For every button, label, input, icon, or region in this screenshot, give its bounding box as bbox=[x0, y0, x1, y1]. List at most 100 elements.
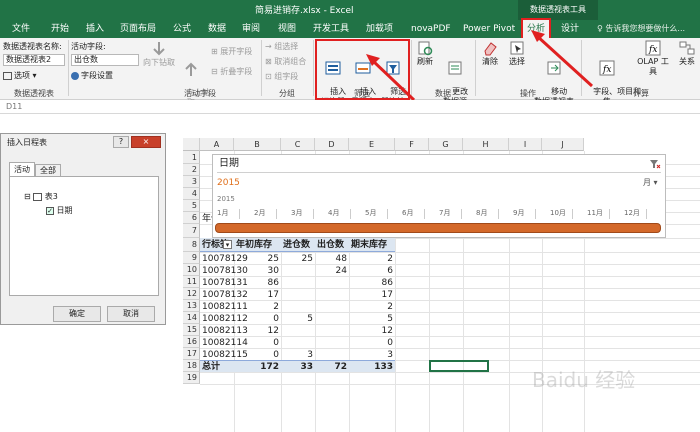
month-tick bbox=[276, 209, 277, 219]
timeline-bar[interactable] bbox=[215, 223, 661, 233]
row-header-10[interactable]: 10 bbox=[183, 264, 200, 276]
timeline-month[interactable]: 7月 bbox=[439, 207, 450, 219]
pivot-cell: 10078131 bbox=[202, 278, 248, 288]
pivot-cell bbox=[317, 325, 347, 337]
timeline-month[interactable]: 1月 bbox=[217, 207, 228, 219]
tree-table-label: 表3 bbox=[44, 192, 58, 201]
timeline-month[interactable]: 10月 bbox=[550, 207, 566, 219]
pivot-cell bbox=[283, 301, 313, 313]
month-tick bbox=[424, 209, 425, 219]
pivot-cell: 5 bbox=[307, 314, 313, 324]
row-header-8[interactable]: 8 bbox=[183, 238, 200, 252]
timeline-month[interactable]: 6月 bbox=[402, 207, 413, 219]
pivot-cell: 12 bbox=[381, 326, 393, 336]
pivot-cell: 10078132 bbox=[202, 290, 248, 300]
month-tick bbox=[461, 209, 462, 219]
col-header-B[interactable]: B bbox=[234, 138, 281, 151]
timeline-month[interactable]: 8月 bbox=[476, 207, 487, 219]
timeline-month[interactable]: 4月 bbox=[328, 207, 339, 219]
col-header-E[interactable]: E bbox=[349, 138, 395, 151]
pivot-cell: 10082112 bbox=[202, 314, 248, 324]
tab-active[interactable]: 活动 bbox=[9, 162, 35, 176]
row-header-7[interactable]: 7 bbox=[183, 224, 200, 238]
timeline-period-select[interactable]: 月 ▾ bbox=[643, 177, 658, 189]
close-button[interactable]: × bbox=[131, 136, 161, 148]
pivot-cell bbox=[317, 277, 347, 289]
row-label-dropdown-icon[interactable]: ▾ bbox=[223, 240, 232, 249]
help-button[interactable]: ? bbox=[113, 136, 129, 148]
pivot-cell: 86 bbox=[381, 278, 393, 288]
col-header-J[interactable]: J bbox=[542, 138, 584, 151]
row-header-4[interactable]: 4 bbox=[183, 188, 200, 200]
timeline-panel[interactable]: 日期 2015 月 ▾ 2015 1月 2月 3月 4月 5月 6月 7月 8月 9月 10月 11… bbox=[212, 154, 666, 238]
corner-cell[interactable] bbox=[183, 138, 200, 151]
pivot-cell: 25 bbox=[301, 254, 313, 264]
row-header-15[interactable]: 15 bbox=[183, 324, 200, 336]
row-header-1[interactable]: 1 bbox=[183, 151, 200, 164]
tree-field-item[interactable]: ✓ 日期 bbox=[46, 205, 73, 217]
clear-filter-icon[interactable] bbox=[649, 159, 661, 169]
month-tick bbox=[313, 209, 314, 219]
pivot-total-4: 133 bbox=[374, 362, 393, 372]
col-header-I[interactable]: I bbox=[509, 138, 542, 151]
row-header-19[interactable]: 19 bbox=[183, 372, 200, 384]
pivot-header-1: 年初库存 bbox=[236, 240, 273, 250]
timeline-month[interactable]: 12月 bbox=[624, 207, 640, 219]
pivot-cell: 2 bbox=[273, 302, 279, 312]
pivot-cell: 17 bbox=[267, 290, 279, 300]
row-header-17[interactable]: 17 bbox=[183, 348, 200, 360]
row-header-5[interactable]: 5 bbox=[183, 200, 200, 212]
insert-timeline-dialog: 插入日程表 ? × 活动 全部 ⊟ 表3 ✓ 日期 确定 取消 bbox=[0, 133, 166, 325]
annotation-arrows bbox=[366, 30, 594, 102]
row-header-13[interactable]: 13 bbox=[183, 300, 200, 312]
month-tick bbox=[535, 209, 536, 219]
pivot-cell: 48 bbox=[335, 254, 347, 264]
tree-table-item[interactable]: ⊟ 表3 bbox=[24, 191, 58, 203]
timeline-month[interactable]: 2月 bbox=[254, 207, 265, 219]
row-header-9[interactable]: 9 bbox=[183, 252, 200, 264]
cancel-button[interactable]: 取消 bbox=[107, 306, 155, 322]
pivot-cell: 24 bbox=[335, 266, 347, 276]
row-header-14[interactable]: 14 bbox=[183, 312, 200, 324]
row-header-6[interactable]: 6 bbox=[183, 212, 200, 224]
timeline-month[interactable]: 11月 bbox=[587, 207, 603, 219]
col-header-H[interactable]: H bbox=[463, 138, 509, 151]
row-header-11[interactable]: 11 bbox=[183, 276, 200, 288]
pivot-cell bbox=[283, 289, 313, 301]
row-header-3[interactable]: 3 bbox=[183, 176, 200, 188]
pivot-total-1: 172 bbox=[260, 362, 279, 372]
timeline-month[interactable]: 9月 bbox=[513, 207, 524, 219]
tab-all[interactable]: 全部 bbox=[35, 164, 61, 176]
timeline-title: 日期 bbox=[219, 158, 239, 169]
month-tick bbox=[609, 209, 610, 219]
pivot-cell: 12 bbox=[267, 326, 279, 336]
pivot-cell: 17 bbox=[381, 290, 393, 300]
timeline-month[interactable]: 3月 bbox=[291, 207, 302, 219]
row-header-18[interactable]: 18 bbox=[183, 360, 200, 372]
month-tick bbox=[350, 209, 351, 219]
col-header-F[interactable]: F bbox=[395, 138, 429, 151]
col-header-C[interactable]: C bbox=[281, 138, 315, 151]
pivot-cell bbox=[283, 277, 313, 289]
month-tick bbox=[498, 209, 499, 219]
selected-cell[interactable] bbox=[429, 360, 489, 372]
table-icon bbox=[33, 192, 43, 201]
month-tick bbox=[646, 209, 647, 219]
checkbox-checked-icon[interactable]: ✓ bbox=[46, 206, 54, 215]
pivot-cell: 0 bbox=[273, 338, 279, 348]
col-header-D[interactable]: D bbox=[315, 138, 349, 151]
name-box[interactable]: D11 bbox=[6, 102, 22, 111]
row-header-2[interactable]: 2 bbox=[183, 164, 200, 176]
col-header-A[interactable]: A bbox=[200, 138, 234, 151]
pivot-cell: 0 bbox=[387, 338, 393, 348]
formula-bar: D11 bbox=[0, 100, 700, 114]
row-header-16[interactable]: 16 bbox=[183, 336, 200, 348]
pivot-cell bbox=[317, 313, 347, 325]
col-header-G[interactable]: G bbox=[429, 138, 463, 151]
collapse-tree-icon: ⊟ bbox=[24, 192, 31, 201]
ok-button[interactable]: 确定 bbox=[53, 306, 101, 322]
timeline-month[interactable]: 5月 bbox=[365, 207, 376, 219]
timeline-year: 2015 bbox=[217, 178, 240, 188]
watermark: Baidu 经验 bbox=[532, 368, 636, 392]
row-header-12[interactable]: 12 bbox=[183, 288, 200, 300]
